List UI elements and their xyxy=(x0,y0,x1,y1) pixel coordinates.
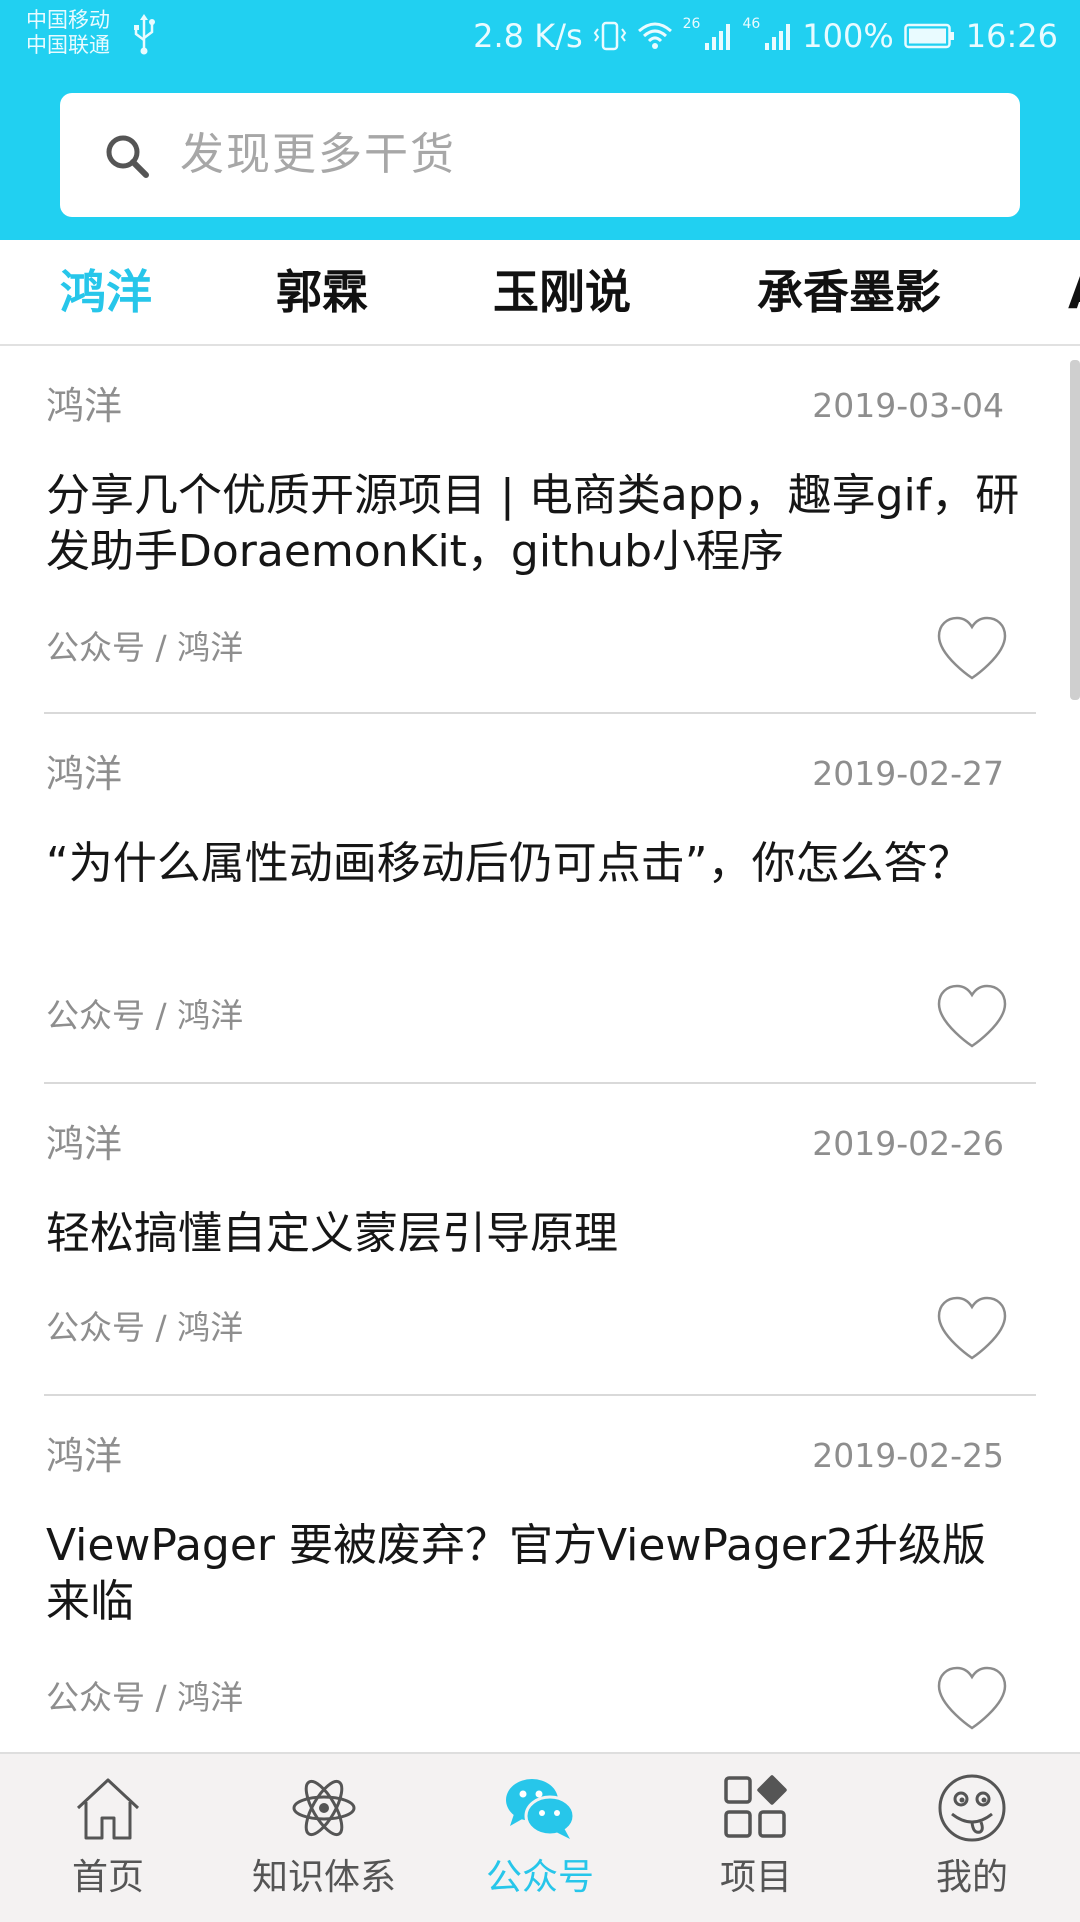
network-tag-2: 46 xyxy=(742,16,761,32)
favorite-heart-icon[interactable] xyxy=(936,1296,1008,1362)
search-icon[interactable] xyxy=(102,131,152,181)
nav-label: 知识体系 xyxy=(251,1857,396,1898)
search-input[interactable]: 发现更多干货 xyxy=(180,129,456,181)
article-date: 2019-02-26 xyxy=(812,1124,1004,1163)
article-title[interactable]: 分享几个优质开源项目 | 电商类app，趣享gif，研发助手DoraemonKi… xyxy=(46,468,1030,580)
favorite-heart-icon[interactable] xyxy=(936,1666,1008,1732)
atom-icon xyxy=(288,1772,360,1844)
search-bar[interactable]: 发现更多干货 xyxy=(60,93,1020,217)
article-title[interactable]: “为什么属性动画移动后仍可点击”，你怎么答？ xyxy=(46,836,1030,892)
bottom-nav: 首页 知识体系 公众号 项目 我的 xyxy=(0,1752,1080,1922)
home-icon xyxy=(72,1772,144,1844)
signal-icon-2 xyxy=(764,21,792,51)
article-source: 公众号 / 鸿洋 xyxy=(46,1308,244,1347)
nav-home[interactable]: 首页 xyxy=(0,1754,216,1922)
nav-label: 我的 xyxy=(935,1857,1008,1898)
author-tabs: 鸿洋 郭霖 玉刚说 承香墨影 A xyxy=(0,240,1080,346)
list-item[interactable]: 鸿洋 2019-03-04 分享几个优质开源项目 | 电商类app，趣享gif，… xyxy=(0,346,1080,714)
smiley-icon xyxy=(936,1772,1008,1844)
carrier-2: 中国联通 xyxy=(26,33,110,57)
nav-label: 首页 xyxy=(71,1857,144,1898)
article-list: 鸿洋 2019-03-04 分享几个优质开源项目 | 电商类app，趣享gif，… xyxy=(0,346,1080,1752)
vibrate-icon xyxy=(593,19,627,53)
article-author: 鸿洋 xyxy=(46,1434,123,1478)
battery-icon xyxy=(904,22,956,50)
nav-label: 项目 xyxy=(719,1857,792,1898)
article-date: 2019-02-25 xyxy=(812,1436,1004,1475)
carrier-1: 中国移动 xyxy=(26,8,110,32)
scrollbar[interactable] xyxy=(1070,360,1080,700)
grid-icon xyxy=(720,1772,792,1844)
nav-knowledge[interactable]: 知识体系 xyxy=(216,1754,432,1922)
wifi-icon xyxy=(637,21,673,51)
article-date: 2019-02-27 xyxy=(812,754,1004,793)
favorite-heart-icon[interactable] xyxy=(936,616,1008,682)
article-author: 鸿洋 xyxy=(46,752,123,796)
article-title[interactable]: 轻松搞懂自定义蒙层引导原理 xyxy=(46,1206,1030,1262)
usb-icon xyxy=(132,14,156,56)
battery-percent: 100% xyxy=(802,17,894,55)
clock: 16:26 xyxy=(965,17,1058,55)
tab-more[interactable]: A xyxy=(1068,264,1080,320)
article-source: 公众号 / 鸿洋 xyxy=(46,996,244,1035)
list-item[interactable]: 鸿洋 2019-02-25 ViewPager 要被废弃？官方ViewPager… xyxy=(0,1396,1080,1752)
list-item[interactable]: 鸿洋 2019-02-27 “为什么属性动画移动后仍可点击”，你怎么答？ 公众号… xyxy=(0,714,1080,1084)
tab-guolin[interactable]: 郭霖 xyxy=(276,264,368,320)
app-header: 中国移动 中国联通 2.8 K/s 26 46 100% 16:26 发现更多干… xyxy=(0,0,1080,240)
article-title[interactable]: ViewPager 要被废弃？官方ViewPager2升级版来临 xyxy=(46,1518,1030,1630)
nav-project[interactable]: 项目 xyxy=(648,1754,864,1922)
status-bar: 中国移动 中国联通 2.8 K/s 26 46 100% 16:26 xyxy=(0,0,1080,74)
signal-icon xyxy=(704,21,732,51)
carrier-info: 中国移动 中国联通 xyxy=(26,8,110,58)
article-author: 鸿洋 xyxy=(46,1122,123,1166)
article-date: 2019-03-04 xyxy=(812,386,1004,425)
status-right: 2.8 K/s 26 46 100% 16:26 xyxy=(473,14,1058,58)
tab-chengxiangmoying[interactable]: 承香墨影 xyxy=(757,264,941,320)
article-source: 公众号 / 鸿洋 xyxy=(46,1678,244,1717)
tab-yugangshuo[interactable]: 玉刚说 xyxy=(493,264,631,320)
wechat-icon xyxy=(504,1772,576,1844)
favorite-heart-icon[interactable] xyxy=(936,984,1008,1050)
nav-mine[interactable]: 我的 xyxy=(864,1754,1080,1922)
nav-wechat[interactable]: 公众号 xyxy=(432,1754,648,1922)
list-item[interactable]: 鸿洋 2019-02-26 轻松搞懂自定义蒙层引导原理 公众号 / 鸿洋 xyxy=(0,1084,1080,1396)
network-tag-1: 26 xyxy=(682,16,701,32)
article-source: 公众号 / 鸿洋 xyxy=(46,628,244,667)
tab-hongyang[interactable]: 鸿洋 xyxy=(60,264,152,320)
nav-label: 公众号 xyxy=(485,1857,594,1898)
net-speed: 2.8 K/s xyxy=(473,17,583,55)
article-author: 鸿洋 xyxy=(46,384,123,428)
